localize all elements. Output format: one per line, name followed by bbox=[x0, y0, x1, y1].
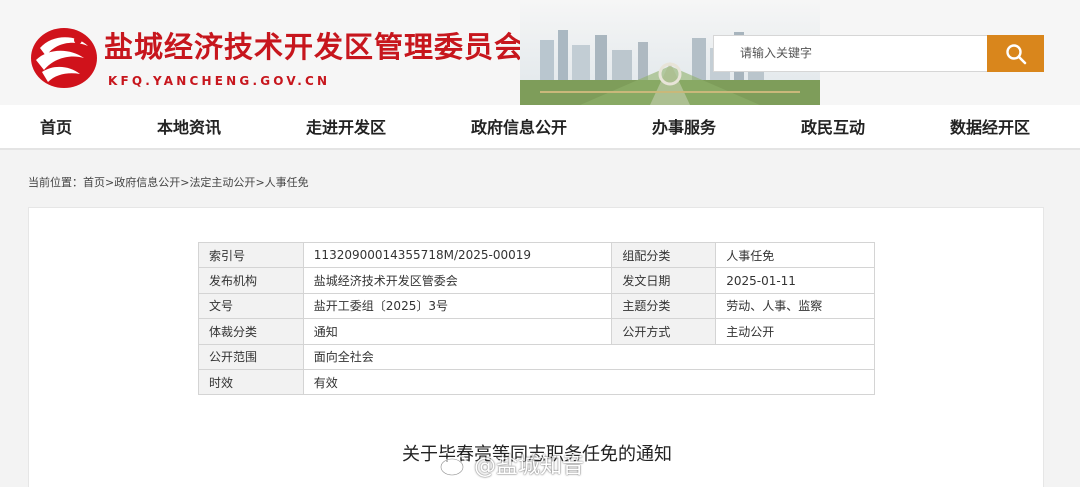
flame-bird-logo-icon[interactable] bbox=[26, 26, 98, 90]
table-row: 公开范围 面向全社会 bbox=[198, 343, 876, 370]
table-row: 发布机构 盐城经济技术开发区管委会 发文日期 2025-01-11 bbox=[198, 267, 875, 294]
meta-value: 有效 bbox=[302, 368, 876, 396]
meta-label: 索引号 bbox=[198, 241, 304, 269]
breadcrumb-personnel[interactable]: 人事任免 bbox=[265, 176, 309, 189]
site-title[interactable]: 盐城经济技术开发区管理委员会 bbox=[104, 24, 524, 66]
meta-value: 2025-01-11 bbox=[715, 267, 875, 294]
watermark-text: @盐城知音 bbox=[474, 454, 585, 479]
document-metadata-table: 索引号 11320900014355718M/2025-00019 组配分类 人… bbox=[198, 241, 876, 396]
meta-label: 公开方式 bbox=[611, 318, 717, 345]
breadcrumb-separator: > bbox=[255, 176, 265, 189]
meta-value: 面向全社会 bbox=[302, 343, 876, 370]
nav-item-data-zone[interactable]: 数据经开区 bbox=[950, 105, 1030, 150]
breadcrumb-separator: > bbox=[105, 176, 115, 189]
breadcrumb: 当前位置：首页>政府信息公开>法定主动公开>人事任免 bbox=[28, 174, 309, 190]
meta-value: 主动公开 bbox=[715, 318, 875, 345]
meta-value: 通知 bbox=[302, 318, 613, 345]
watermark: @盐城知音 bbox=[440, 444, 584, 484]
meta-value: 人事任免 bbox=[715, 241, 875, 269]
breadcrumb-gov-info[interactable]: 政府信息公开 bbox=[114, 176, 180, 189]
table-row: 时效 有效 bbox=[198, 368, 876, 396]
meta-value: 盐开工委组〔2025〕3号 bbox=[302, 292, 613, 320]
breadcrumb-home[interactable]: 首页 bbox=[83, 176, 105, 189]
meta-value: 11320900014355718M/2025-00019 bbox=[302, 241, 613, 269]
breadcrumb-statutory[interactable]: 法定主动公开 bbox=[189, 176, 255, 189]
nav-item-interaction[interactable]: 政民互动 bbox=[801, 105, 865, 150]
table-row: 文号 盐开工委组〔2025〕3号 主题分类 劳动、人事、监察 bbox=[198, 292, 875, 320]
nav-item-local-news[interactable]: 本地资讯 bbox=[157, 105, 221, 150]
search-input[interactable]: 请输入关键字 bbox=[713, 35, 987, 72]
meta-label: 发文日期 bbox=[611, 267, 717, 294]
meta-label: 时效 bbox=[198, 368, 304, 396]
breadcrumb-prefix: 当前位置： bbox=[28, 176, 83, 189]
main-nav: 首页 本地资讯 走进开发区 政府信息公开 办事服务 政民互动 数据经开区 bbox=[0, 105, 1080, 150]
meta-label: 组配分类 bbox=[611, 241, 717, 269]
meta-label: 文号 bbox=[198, 292, 304, 320]
table-row: 索引号 11320900014355718M/2025-00019 组配分类 人… bbox=[198, 241, 875, 269]
weibo-icon bbox=[440, 455, 467, 476]
meta-value: 盐城经济技术开发区管委会 bbox=[302, 267, 613, 294]
meta-label: 公开范围 bbox=[198, 343, 304, 370]
site-domain: KFQ.YANCHENG.GOV.CN bbox=[108, 74, 331, 88]
search-icon bbox=[1005, 43, 1026, 64]
nav-item-home[interactable]: 首页 bbox=[40, 105, 72, 150]
nav-item-about-zone[interactable]: 走进开发区 bbox=[306, 105, 386, 150]
search-button[interactable] bbox=[987, 35, 1044, 72]
meta-label: 发布机构 bbox=[198, 267, 304, 294]
nav-item-gov-info[interactable]: 政府信息公开 bbox=[471, 105, 567, 150]
meta-value: 劳动、人事、监察 bbox=[715, 292, 875, 320]
nav-item-services[interactable]: 办事服务 bbox=[652, 105, 716, 150]
meta-label: 体裁分类 bbox=[198, 318, 304, 345]
meta-label: 主题分类 bbox=[611, 292, 717, 320]
site-header: 盐城经济技术开发区管理委员会 KFQ.YANCHENG.GOV.CN 请输入关键… bbox=[0, 0, 1080, 105]
table-row: 体裁分类 通知 公开方式 主动公开 bbox=[198, 318, 875, 345]
